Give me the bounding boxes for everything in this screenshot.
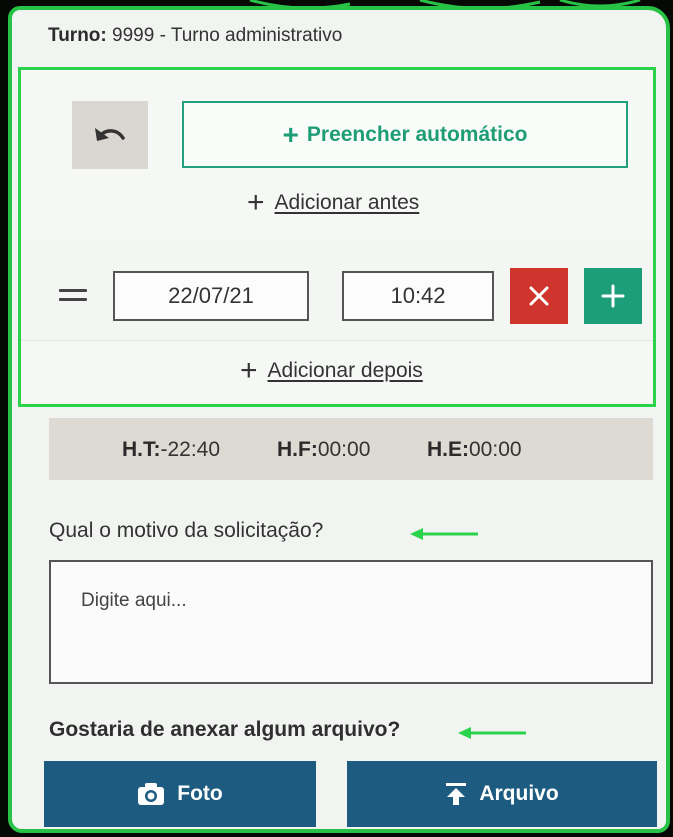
auto-fill-label: Preencher automático — [306, 122, 528, 146]
time-field[interactable]: 10:42 — [342, 271, 494, 321]
drag-handle-icon[interactable] — [59, 289, 87, 301]
photo-button[interactable]: Foto — [44, 761, 316, 827]
request-form-screen: Turno: 9999 - Turno administrativo + Pre… — [8, 6, 670, 833]
add-before-label: Adicionar antes — [274, 191, 420, 214]
add-after-link[interactable]: + Adicionar depois — [240, 356, 423, 386]
auto-fill-button[interactable]: + Preencher automático — [182, 101, 628, 168]
photo-label: Foto — [177, 782, 223, 805]
hours-summary: H.T:-22:40 H.F:00:00 H.E:00:00 — [49, 418, 653, 480]
time-entry-panel: + Preencher automático + Adicionar antes… — [18, 67, 656, 407]
add-row-button[interactable] — [584, 268, 642, 324]
plus-icon: + — [282, 118, 299, 150]
plus-icon: + — [240, 354, 258, 387]
upload-icon — [445, 782, 467, 806]
undo-button[interactable] — [72, 101, 148, 169]
divider — [21, 340, 653, 341]
plus-icon: + — [247, 186, 265, 219]
shift-label: Turno: — [48, 25, 107, 46]
reason-textarea[interactable] — [49, 560, 653, 684]
hours-extra: H.E:00:00 — [427, 438, 522, 461]
arrow-left-icon — [410, 528, 478, 540]
file-label: Arquivo — [479, 782, 559, 805]
delete-row-button[interactable] — [510, 268, 568, 324]
arrow-left-icon — [458, 727, 526, 739]
undo-icon — [95, 128, 125, 141]
shift-value: 9999 - Turno administrativo — [112, 25, 343, 46]
close-icon — [529, 286, 549, 306]
date-field[interactable]: 22/07/21 — [113, 271, 309, 321]
shift-info: Turno: 9999 - Turno administrativo — [48, 25, 342, 47]
attachment-question: Gostaria de anexar algum arquivo? — [49, 718, 401, 741]
plus-icon — [601, 284, 625, 308]
hours-missing: H.F:00:00 — [277, 438, 371, 461]
file-button[interactable]: Arquivo — [347, 761, 657, 827]
hours-worked: H.T:-22:40 — [122, 438, 221, 461]
camera-icon — [137, 782, 165, 806]
add-after-label: Adicionar depois — [267, 359, 423, 382]
reason-question: Qual o motivo da solicitação? — [49, 519, 324, 542]
add-before-link[interactable]: + Adicionar antes — [247, 188, 419, 218]
